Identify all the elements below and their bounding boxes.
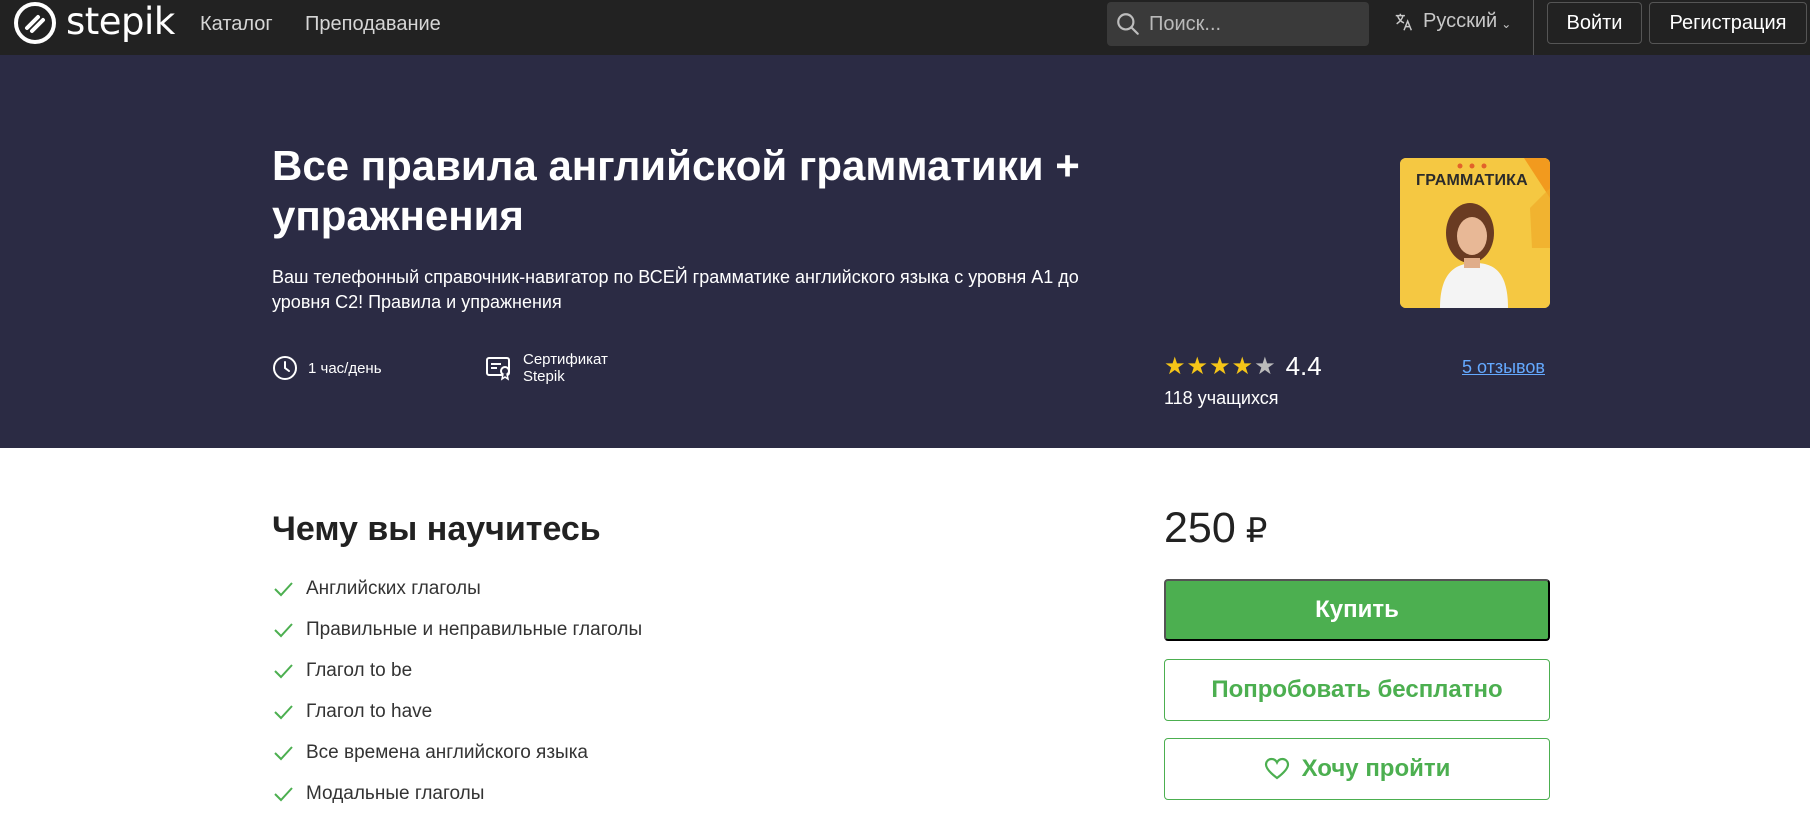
check-icon bbox=[274, 622, 293, 637]
top-navbar: stepik Каталог Преподавание Русский ⌄ Во… bbox=[0, 0, 1810, 55]
workload-text: 1 час/день bbox=[308, 359, 382, 377]
login-button[interactable]: Войти bbox=[1547, 2, 1642, 44]
nav-catalog-link[interactable]: Каталог bbox=[200, 10, 273, 38]
stepik-logo-icon bbox=[14, 2, 56, 44]
wishlist-label: Хочу пройти bbox=[1301, 755, 1451, 782]
learners-count: 118 учащихся bbox=[1164, 388, 1279, 408]
learn-item-text: Модальные глаголы bbox=[306, 782, 485, 804]
currency-symbol: ₽ bbox=[1245, 512, 1268, 550]
star-icon: ★ bbox=[1209, 352, 1231, 380]
star-icon: ★ bbox=[1164, 352, 1186, 380]
certificate-icon bbox=[486, 357, 510, 381]
star-icon: ★ bbox=[1231, 352, 1254, 380]
signup-button[interactable]: Регистрация bbox=[1649, 2, 1807, 44]
list-item: Все времена английского языка bbox=[272, 732, 642, 773]
search-input[interactable] bbox=[1149, 12, 1349, 36]
language-label: Русский bbox=[1423, 10, 1498, 32]
check-icon bbox=[274, 704, 293, 719]
list-item: Английских глаголы bbox=[272, 568, 642, 609]
learn-item-text: Все времена английского языка bbox=[306, 741, 589, 763]
check-icon bbox=[274, 663, 293, 678]
clock-icon bbox=[273, 356, 297, 380]
rating-value: 4.4 bbox=[1285, 351, 1322, 381]
course-subtitle: Ваш телефонный справочник-навигатор по В… bbox=[272, 267, 1079, 312]
course-title: Все правила английской грамматики + упра… bbox=[272, 142, 1080, 239]
search-box[interactable] bbox=[1107, 2, 1369, 46]
list-item: Глагол to have bbox=[272, 691, 642, 732]
language-selector[interactable]: Русский ⌄ bbox=[1393, 10, 1511, 33]
learn-list: Английских глаголы Правильные и неправил… bbox=[272, 568, 642, 814]
list-item: Модальные глаголы bbox=[272, 773, 642, 814]
learn-item-text: Глагол to have bbox=[306, 700, 433, 722]
try-free-button[interactable]: Попробовать бесплатно bbox=[1164, 659, 1550, 721]
wishlist-button[interactable]: Хочу пройти bbox=[1164, 738, 1550, 800]
reviews-link[interactable]: 5 отзывов bbox=[1462, 357, 1545, 378]
course-price: 250 ₽ bbox=[1164, 504, 1267, 553]
nav-teaching-link[interactable]: Преподавание bbox=[305, 10, 441, 38]
workload-info: 1 час/день bbox=[272, 355, 382, 381]
check-icon bbox=[274, 581, 293, 596]
price-value: 250 bbox=[1164, 504, 1236, 552]
learn-section-title: Чему вы научитесь bbox=[272, 510, 601, 548]
course-cover-image: ГРАММАТИКА bbox=[1400, 158, 1550, 308]
translate-icon bbox=[1395, 13, 1413, 31]
certificate-info: Сертификат Stepik bbox=[485, 351, 608, 385]
course-hero: Все правила английской грамматики + упра… bbox=[0, 55, 1810, 448]
learn-item-text: Правильные и неправильные глаголы bbox=[306, 618, 643, 640]
list-item: Правильные и неправильные глаголы bbox=[272, 609, 642, 650]
certificate-line1: Сертификат bbox=[523, 351, 608, 368]
star-empty-icon: ★ bbox=[1254, 352, 1276, 380]
chevron-down-icon: ⌄ bbox=[1501, 16, 1512, 31]
star-icon: ★ bbox=[1186, 352, 1209, 380]
learn-item-text: Английских глаголы bbox=[306, 577, 481, 599]
check-icon bbox=[274, 786, 293, 801]
list-item: Глагол to be bbox=[272, 650, 642, 691]
buy-button[interactable]: Купить bbox=[1164, 579, 1550, 641]
certificate-line2: Stepik bbox=[523, 368, 565, 385]
nav-divider bbox=[1533, 0, 1534, 55]
stepik-logo[interactable]: stepik bbox=[14, 0, 175, 46]
rating-stars: ★ ★ ★ ★ ★ bbox=[1164, 352, 1276, 380]
course-rating: ★ ★ ★ ★ ★ 4.4 bbox=[1164, 351, 1322, 382]
learn-item-text: Глагол to be bbox=[306, 659, 413, 681]
cover-label: ГРАММАТИКА bbox=[1416, 172, 1528, 189]
check-icon bbox=[274, 745, 293, 760]
search-icon bbox=[1117, 13, 1139, 35]
logo-text: stepik bbox=[66, 0, 175, 43]
heart-icon bbox=[1264, 757, 1289, 780]
